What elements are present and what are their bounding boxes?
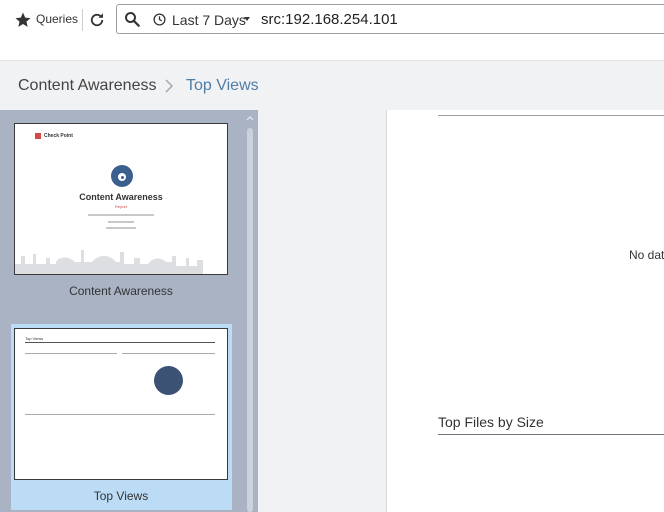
thumbnail-rule [25,353,117,354]
skyline-illustration [15,250,203,274]
thumbnail-label[interactable]: Top Views [14,489,228,503]
time-range-selector[interactable]: Last 7 Days [172,12,246,28]
thumbnail-label[interactable]: Content Awareness [14,284,228,298]
thumbnail-brand: Check Point [44,133,73,139]
toolbar-divider [82,9,83,31]
thumbnail-subtitle: Report [114,204,127,209]
thumbnail-title: Content Awareness [79,192,163,202]
breadcrumb-current: Top Views [186,77,259,94]
star-icon[interactable] [14,11,32,29]
check-point-logo-icon [35,133,41,139]
no-data-message: No dat [629,248,664,262]
scrollbar-thumb[interactable] [247,128,253,512]
thumbnail-pie-chart [154,366,183,395]
search-icon[interactable] [123,10,141,28]
refresh-icon[interactable] [88,11,106,29]
section-divider [438,434,664,435]
report-logo-dot [121,176,124,179]
thumbnail-text-line [108,221,134,223]
thumbnail-rule [25,414,215,415]
thumbnail-title: Top Views [25,336,44,341]
breadcrumb: Content Awareness Top Views [0,60,664,110]
thumbnail-content-awareness[interactable]: Check Point Content Awareness Report [14,123,228,275]
report-page [386,110,664,512]
chevron-right-icon [165,79,173,93]
query-bar[interactable]: Last 7 Days [116,4,664,34]
thumbnail-rule [25,342,215,343]
query-input[interactable] [261,11,661,28]
section-divider [438,115,664,116]
thumbnail-rule [122,353,215,354]
scroll-up-icon[interactable] [246,114,254,122]
toolbar: Queries Last 7 Days [0,0,664,40]
caret-down-icon[interactable] [244,17,250,21]
section-title: Top Files by Size [438,414,544,430]
thumbnail-text-line [106,227,136,229]
thumbnail-top-views[interactable]: Top Views [14,328,228,480]
report-canvas-background [258,110,386,512]
breadcrumb-root[interactable]: Content Awareness [18,77,156,95]
clock-icon [153,13,166,26]
thumbnail-text-line [88,214,154,216]
queries-button[interactable]: Queries [36,12,78,26]
